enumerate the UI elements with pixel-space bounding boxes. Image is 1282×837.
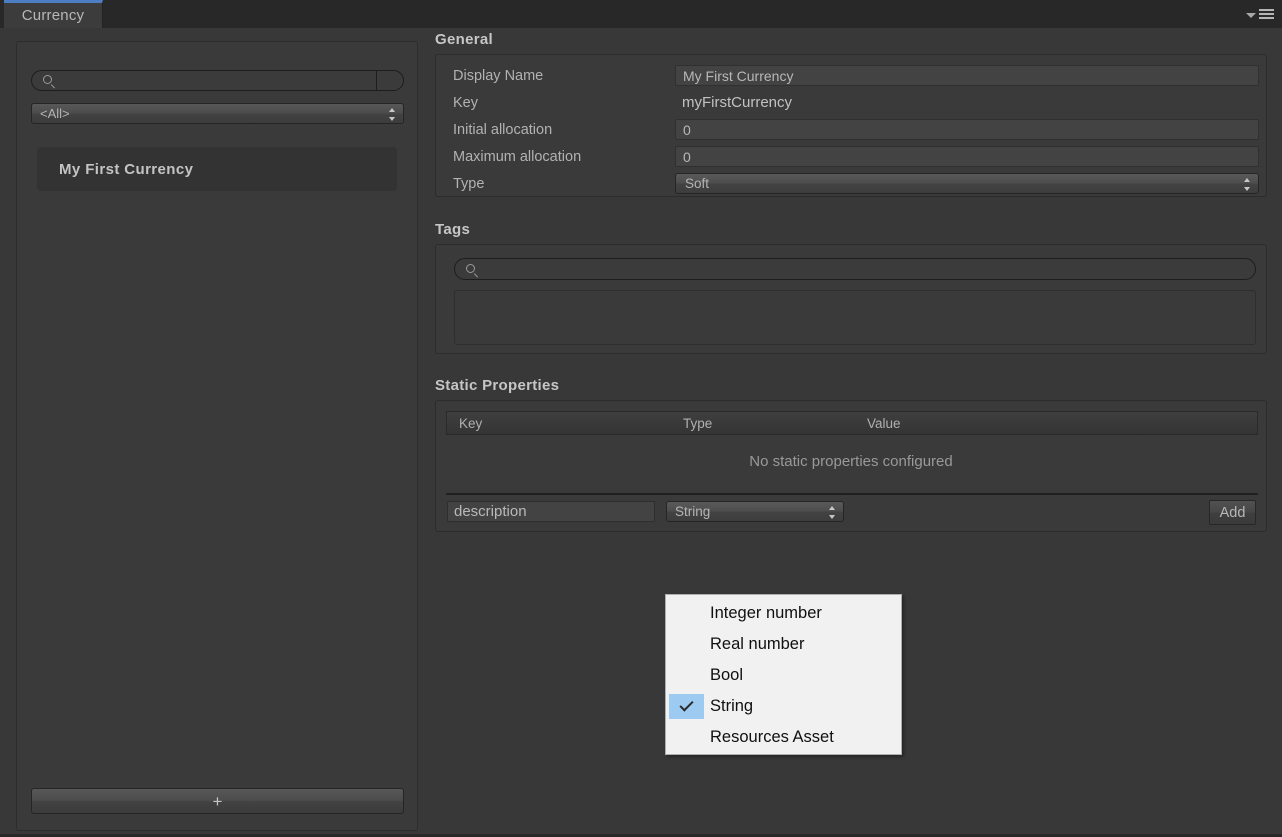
field-row-key: Key myFirstCurrency bbox=[436, 92, 1266, 113]
unity-editor-window: Currency <All> My First Currency + Gener… bbox=[0, 0, 1282, 837]
static-properties-section-title: Static Properties bbox=[435, 377, 560, 394]
static-properties-divider bbox=[446, 493, 1258, 495]
new-property-type-dropdown-label: String bbox=[675, 504, 711, 519]
maximum-allocation-label: Maximum allocation bbox=[453, 148, 582, 165]
menu-item-resources-asset[interactable]: Resources Asset bbox=[666, 722, 901, 753]
new-property-key-input[interactable]: description bbox=[447, 501, 655, 522]
tags-section-title: Tags bbox=[435, 221, 471, 238]
column-header-value: Value bbox=[867, 415, 901, 431]
field-row-type: Type Soft bbox=[436, 173, 1266, 194]
currency-search-input[interactable] bbox=[31, 70, 377, 91]
chevron-updown-icon bbox=[1244, 178, 1251, 191]
tags-section-box bbox=[435, 244, 1267, 354]
property-type-dropdown-menu[interactable]: Integer number Real number Bool String R… bbox=[665, 594, 902, 755]
type-label: Type bbox=[453, 175, 485, 192]
search-icon bbox=[466, 264, 475, 273]
window-options-menu-button[interactable] bbox=[1246, 7, 1274, 21]
new-property-type-dropdown[interactable]: String bbox=[666, 501, 844, 522]
chevron-down-icon bbox=[1246, 12, 1256, 18]
list-item-my-first-currency[interactable]: My First Currency bbox=[37, 147, 397, 191]
menu-item-label: Real number bbox=[710, 635, 805, 653]
currency-filter-dropdown-label: <All> bbox=[40, 106, 70, 121]
checkmark-highlight bbox=[669, 694, 704, 719]
menu-item-real-number[interactable]: Real number bbox=[666, 629, 901, 660]
menu-item-label: Integer number bbox=[710, 604, 822, 622]
key-label: Key bbox=[453, 94, 478, 111]
check-icon bbox=[679, 697, 694, 712]
currency-detail-column: General Display Name My First Currency K… bbox=[435, 31, 1267, 532]
currency-type-dropdown[interactable]: Soft bbox=[675, 173, 1259, 194]
initial-allocation-input[interactable]: 0 bbox=[675, 119, 1259, 140]
menu-item-string[interactable]: String bbox=[666, 691, 901, 722]
initial-allocation-label: Initial allocation bbox=[453, 121, 553, 138]
menu-item-label: Bool bbox=[710, 666, 744, 684]
field-row-maximum-allocation: Maximum allocation 0 bbox=[436, 146, 1266, 167]
chevron-updown-icon bbox=[829, 506, 836, 519]
window-tab-bar: Currency bbox=[0, 0, 1282, 28]
chevron-updown-icon bbox=[389, 108, 396, 121]
general-section-title: General bbox=[435, 31, 493, 48]
menu-item-label: String bbox=[710, 697, 754, 715]
currency-type-dropdown-label: Soft bbox=[685, 176, 710, 191]
hamburger-menu-icon bbox=[1259, 9, 1274, 19]
tags-list[interactable] bbox=[454, 290, 1256, 345]
currency-search-clear-button[interactable] bbox=[376, 70, 404, 91]
column-header-type: Type bbox=[683, 415, 713, 431]
tab-currency[interactable]: Currency bbox=[4, 0, 103, 28]
maximum-allocation-input[interactable]: 0 bbox=[675, 146, 1259, 167]
display-name-label: Display Name bbox=[453, 67, 544, 84]
static-properties-empty-message: No static properties configured bbox=[749, 453, 953, 470]
tags-search-input[interactable] bbox=[454, 258, 1256, 280]
add-static-property-button[interactable]: Add bbox=[1209, 500, 1256, 525]
static-properties-table-header: Key Type Value bbox=[446, 411, 1258, 435]
add-currency-button[interactable]: + bbox=[31, 788, 404, 814]
plus-icon: + bbox=[212, 791, 223, 811]
field-row-display-name: Display Name My First Currency bbox=[436, 65, 1266, 86]
menu-item-integer-number[interactable]: Integer number bbox=[666, 598, 901, 629]
list-item-label: My First Currency bbox=[59, 160, 194, 178]
field-row-initial-allocation: Initial allocation 0 bbox=[436, 119, 1266, 140]
currency-list-panel: <All> My First Currency + bbox=[16, 41, 418, 831]
currency-filter-dropdown[interactable]: <All> bbox=[31, 103, 404, 124]
column-header-key: Key bbox=[459, 415, 483, 431]
static-properties-section-box: Key Type Value No static properties conf… bbox=[435, 400, 1267, 532]
menu-item-bool[interactable]: Bool bbox=[666, 660, 901, 691]
key-value: myFirstCurrency bbox=[682, 94, 793, 111]
display-name-input[interactable]: My First Currency bbox=[675, 65, 1259, 86]
search-icon bbox=[43, 75, 52, 84]
general-section-box: Display Name My First Currency Key myFir… bbox=[435, 54, 1267, 197]
menu-item-label: Resources Asset bbox=[710, 728, 834, 746]
tab-currency-label: Currency bbox=[21, 6, 85, 24]
currency-search-row bbox=[31, 70, 404, 91]
